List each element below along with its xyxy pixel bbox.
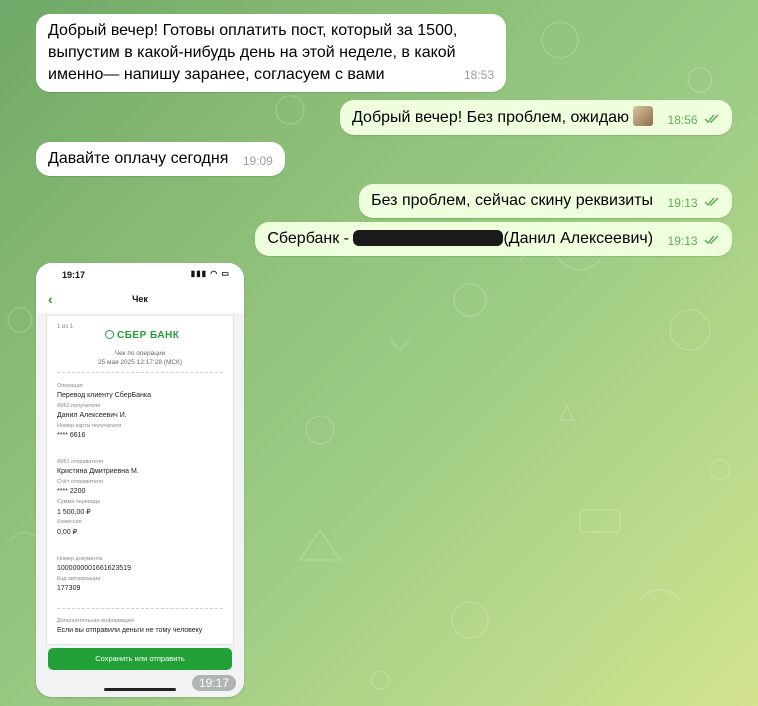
extra-info-value: Если вы отправили деньги не тому человек…: [57, 627, 203, 634]
recipient-value: Данил Алексеевич И.: [57, 412, 127, 419]
message-text-suffix: (Данил Алексеевич): [503, 230, 654, 247]
photo-message[interactable]: 19:17 ▮▮▮ ◠ ▭ ‹ Чек 1 из 1 СБЕР БАНК Чек…: [36, 263, 244, 697]
doc-value: 1000000001661623519: [57, 565, 131, 572]
read-ticks-icon: [704, 197, 719, 207]
receipt-screenshot: 19:17 ▮▮▮ ◠ ▭ ‹ Чек 1 из 1 СБЕР БАНК Чек…: [36, 263, 244, 697]
photo-time: 19:17: [191, 675, 236, 691]
phone-status-bar: 19:17 ▮▮▮ ◠ ▭: [36, 263, 244, 285]
sender-value: Кристина Дмитриевна М.: [57, 468, 139, 475]
operation-label: Операция: [57, 383, 83, 389]
message-text: Добрый вечер! Готовы оплатить пост, кото…: [48, 22, 458, 83]
emoji-sticker-icon: [633, 106, 654, 126]
message-text: Без проблем, сейчас скину реквизиты: [371, 192, 654, 209]
divider: [57, 608, 223, 609]
receipt-card: 1 из 1 СБЕР БАНК Чек по операции 25 мая …: [46, 315, 234, 645]
recipient-label: ФИО получателя: [57, 403, 101, 409]
message-time: 18:56: [667, 113, 698, 127]
signal-wifi-battery-icon: ▮▮▮ ◠ ▭: [190, 269, 230, 278]
recipient-card-value: **** 6616: [57, 432, 86, 439]
message-time: 19:13: [667, 196, 698, 210]
divider: [57, 372, 223, 373]
sber-logo: СБЕР БАНК: [105, 330, 179, 341]
message-text-prefix: Сбербанк -: [267, 230, 354, 247]
message-time: 19:09: [242, 154, 273, 168]
message-outgoing[interactable]: Сбербанк - (Данил Алексеевич) 19:13: [255, 222, 732, 256]
message-time: 18:53: [463, 68, 494, 82]
message-time: 19:13: [667, 234, 698, 248]
read-ticks-icon: [704, 235, 719, 245]
status-time: 19:17: [62, 270, 86, 280]
fee-label: Комиссия: [57, 519, 82, 525]
read-ticks-icon: [704, 114, 719, 124]
message-incoming[interactable]: Добрый вечер! Готовы оплатить пост, кото…: [36, 14, 506, 92]
message-text: Добрый вечер! Без проблем, ожидаю: [352, 109, 630, 126]
receipt-nav-title: Чек: [132, 294, 148, 304]
recipient-card-label: Номер карты получателя: [57, 423, 122, 429]
back-arrow-icon: ‹: [48, 291, 53, 307]
receipt-datetime: 25 мая 2025 12:17:28 (МСК): [97, 359, 183, 366]
operation-value: Перевод клиенту СберБанка: [57, 392, 151, 399]
sender-account-label: Счёт отправителя: [57, 479, 103, 485]
sender-label: ФИО отправителя: [57, 459, 104, 465]
redacted-account-number: [353, 230, 504, 246]
amount-label: Сумма перевода: [57, 499, 101, 505]
message-incoming[interactable]: Давайте оплачу сегодня 19:09: [36, 142, 285, 176]
message-outgoing[interactable]: Добрый вечер! Без проблем, ожидаю 18:56: [340, 100, 732, 135]
sber-logo-icon: [105, 330, 114, 339]
sender-account-value: **** 2200: [57, 488, 86, 495]
save-or-send-button: Сохранить или отправить: [48, 648, 232, 670]
fee-value: 0,00 ₽: [57, 529, 78, 536]
receipt-subtitle: Чек по операции: [114, 350, 166, 357]
amount-value: 1 500,00 ₽: [57, 509, 91, 516]
extra-info-label: Дополнительная информация: [57, 618, 134, 624]
auth-label: Код авторизации: [57, 576, 101, 582]
receipt-pages: 1 из 1: [57, 324, 74, 330]
message-outgoing[interactable]: Без проблем, сейчас скину реквизиты 19:1…: [359, 184, 732, 218]
doc-label: Номер документа: [57, 556, 103, 562]
home-indicator: [104, 688, 176, 691]
message-text: Давайте оплачу сегодня: [48, 150, 229, 167]
receipt-nav-bar: ‹ Чек: [36, 285, 244, 313]
auth-value: 177309: [57, 585, 81, 592]
